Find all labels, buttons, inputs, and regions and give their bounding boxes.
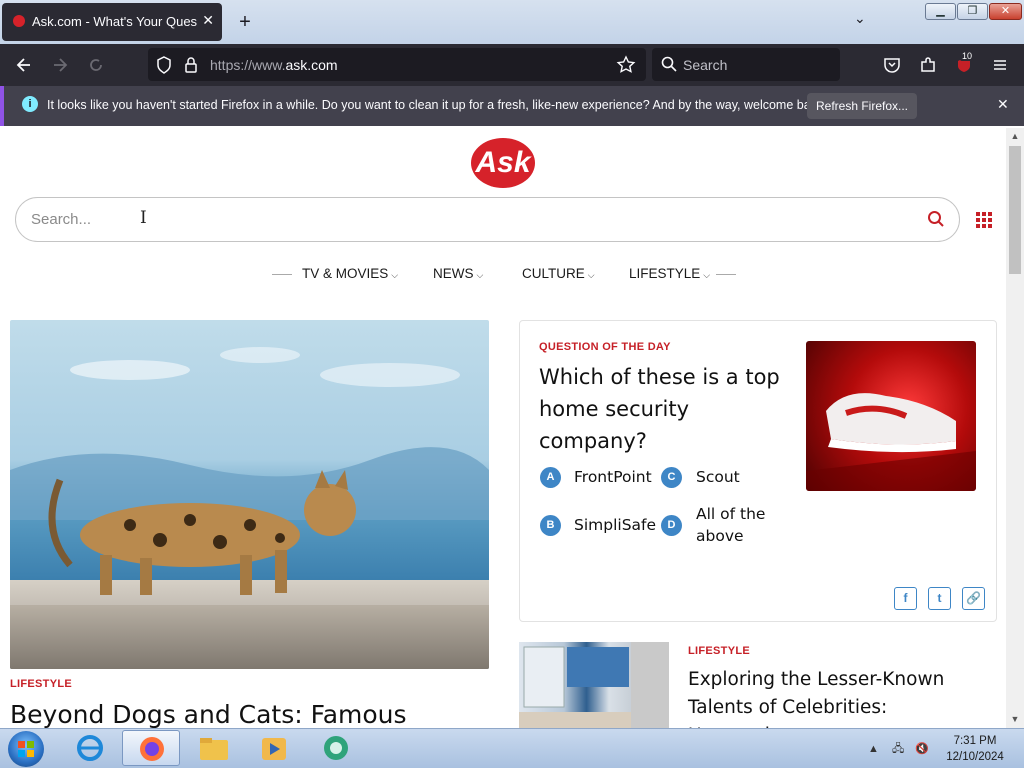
file-explorer-icon[interactable] bbox=[188, 730, 240, 766]
hero-category[interactable]: LIFESTYLE bbox=[10, 678, 72, 690]
nav-divider bbox=[272, 274, 292, 275]
link-share-icon[interactable]: 🔗 bbox=[962, 587, 985, 610]
article-category[interactable]: LIFESTYLE bbox=[688, 645, 750, 657]
sneaker-illustration bbox=[806, 393, 976, 491]
chevron-down-icon: ⌵ bbox=[587, 270, 595, 280]
refresh-firefox-button[interactable]: Refresh Firefox... bbox=[807, 93, 917, 119]
nav-divider bbox=[716, 274, 736, 275]
tab-title: Ask.com - What's Your Question bbox=[32, 14, 197, 29]
ask-logo[interactable]: Ask bbox=[471, 138, 535, 188]
hero-title[interactable]: Beyond Dogs and Cats: Famous bbox=[10, 700, 407, 729]
clock-time: 7:31 PM bbox=[953, 735, 997, 747]
option-b-badge[interactable]: B bbox=[540, 515, 561, 536]
notification-message: It looks like you haven't started Firefo… bbox=[47, 98, 827, 112]
window-minimize-button[interactable]: ▁ bbox=[925, 3, 956, 20]
chevron-down-icon: ⌵ bbox=[703, 270, 711, 280]
hero-image[interactable] bbox=[10, 320, 489, 669]
notification-close-icon[interactable]: ✕ bbox=[997, 96, 1009, 113]
option-a-badge[interactable]: A bbox=[540, 467, 561, 488]
twitter-share-icon[interactable]: t bbox=[928, 587, 951, 610]
url-text[interactable]: https://www.ask.com bbox=[210, 57, 338, 73]
lock-icon[interactable] bbox=[181, 55, 201, 75]
info-icon: i bbox=[22, 96, 38, 112]
windows-start-icon[interactable] bbox=[8, 731, 44, 767]
window-close-button[interactable]: ✕ bbox=[989, 3, 1022, 20]
volume-muted-icon[interactable]: 🔇 bbox=[915, 743, 929, 755]
new-tab-button[interactable]: + bbox=[234, 8, 256, 36]
room-illustration bbox=[519, 642, 669, 732]
firefox-taskbar-icon[interactable] bbox=[122, 730, 180, 766]
search-icon bbox=[660, 55, 678, 78]
clock-date: 12/10/2024 bbox=[946, 751, 1004, 763]
internet-explorer-icon[interactable] bbox=[64, 730, 116, 766]
search-input[interactable]: Search... bbox=[15, 197, 960, 242]
chevron-down-icon: ⌵ bbox=[391, 270, 399, 280]
scroll-down-icon[interactable]: ▼ bbox=[1009, 714, 1021, 724]
text-cursor-icon: I bbox=[140, 208, 147, 228]
firefox-notification-bar: i It looks like you haven't started Fire… bbox=[0, 86, 1024, 126]
nav-item-news[interactable]: NEWS ⌵ bbox=[433, 266, 483, 281]
article-thumbnail[interactable] bbox=[519, 642, 669, 732]
taskbar-clock[interactable]: 7:31 PM 12/10/2024 bbox=[940, 733, 1010, 765]
qotd-category: QUESTION OF THE DAY bbox=[539, 341, 671, 353]
search-placeholder: Search... bbox=[31, 211, 92, 228]
network-icon[interactable]: 🖧 bbox=[892, 743, 904, 755]
qotd-question: Which of these is a top home security co… bbox=[539, 365, 780, 453]
option-c-badge[interactable]: C bbox=[661, 467, 682, 488]
back-arrow-icon[interactable] bbox=[14, 55, 34, 75]
extension-badge: 10 bbox=[960, 51, 975, 61]
scrollbar-thumb[interactable] bbox=[1009, 146, 1021, 274]
nav-item-culture[interactable]: CULTURE ⌵ bbox=[522, 266, 595, 281]
window-restore-button[interactable]: ❐ bbox=[957, 3, 988, 20]
nav-item-lifestyle[interactable]: LIFESTYLE ⌵ bbox=[629, 266, 710, 281]
facebook-share-icon[interactable]: f bbox=[894, 587, 917, 610]
extensions-puzzle-icon[interactable] bbox=[918, 55, 938, 75]
scroll-up-icon[interactable]: ▲ bbox=[1009, 131, 1021, 141]
tab-list-chevron-icon[interactable]: ⌄ bbox=[854, 10, 866, 27]
shield-icon[interactable] bbox=[154, 55, 174, 75]
option-d-label[interactable]: All of the above bbox=[696, 503, 776, 547]
bookmark-star-icon[interactable] bbox=[616, 55, 636, 75]
option-a-label[interactable]: FrontPoint bbox=[574, 466, 652, 488]
reload-icon[interactable] bbox=[86, 55, 106, 75]
search-icon[interactable] bbox=[927, 210, 945, 233]
option-b-label[interactable]: SimpliSafe bbox=[574, 514, 656, 536]
media-player-icon[interactable] bbox=[248, 730, 300, 766]
nav-item-tv-movies[interactable]: TV & MOVIES ⌵ bbox=[302, 266, 398, 281]
wall-front bbox=[10, 605, 489, 669]
tab-close-icon[interactable]: ✕ bbox=[202, 12, 214, 29]
system-tray[interactable]: ▲ 🖧 🔇 bbox=[868, 740, 929, 759]
hamburger-menu-icon[interactable] bbox=[990, 55, 1010, 75]
cat-illustration bbox=[48, 470, 356, 595]
option-d-badge[interactable]: D bbox=[661, 515, 682, 536]
qotd-sneaker-image bbox=[806, 341, 976, 491]
forward-arrow-icon[interactable] bbox=[50, 55, 70, 75]
app-taskbar-icon[interactable] bbox=[310, 730, 362, 766]
pocket-icon[interactable] bbox=[882, 55, 902, 75]
search-bar-placeholder: Search bbox=[683, 57, 728, 73]
apps-grid-icon[interactable] bbox=[976, 212, 992, 228]
tray-expand-icon[interactable]: ▲ bbox=[868, 743, 879, 755]
browser-search-bar[interactable]: Search bbox=[652, 48, 840, 81]
option-c-label[interactable]: Scout bbox=[696, 466, 740, 488]
chevron-down-icon: ⌵ bbox=[476, 270, 484, 280]
ask-favicon-icon bbox=[12, 14, 26, 28]
browser-tab[interactable]: Ask.com - What's Your Question ✕ bbox=[2, 3, 222, 41]
